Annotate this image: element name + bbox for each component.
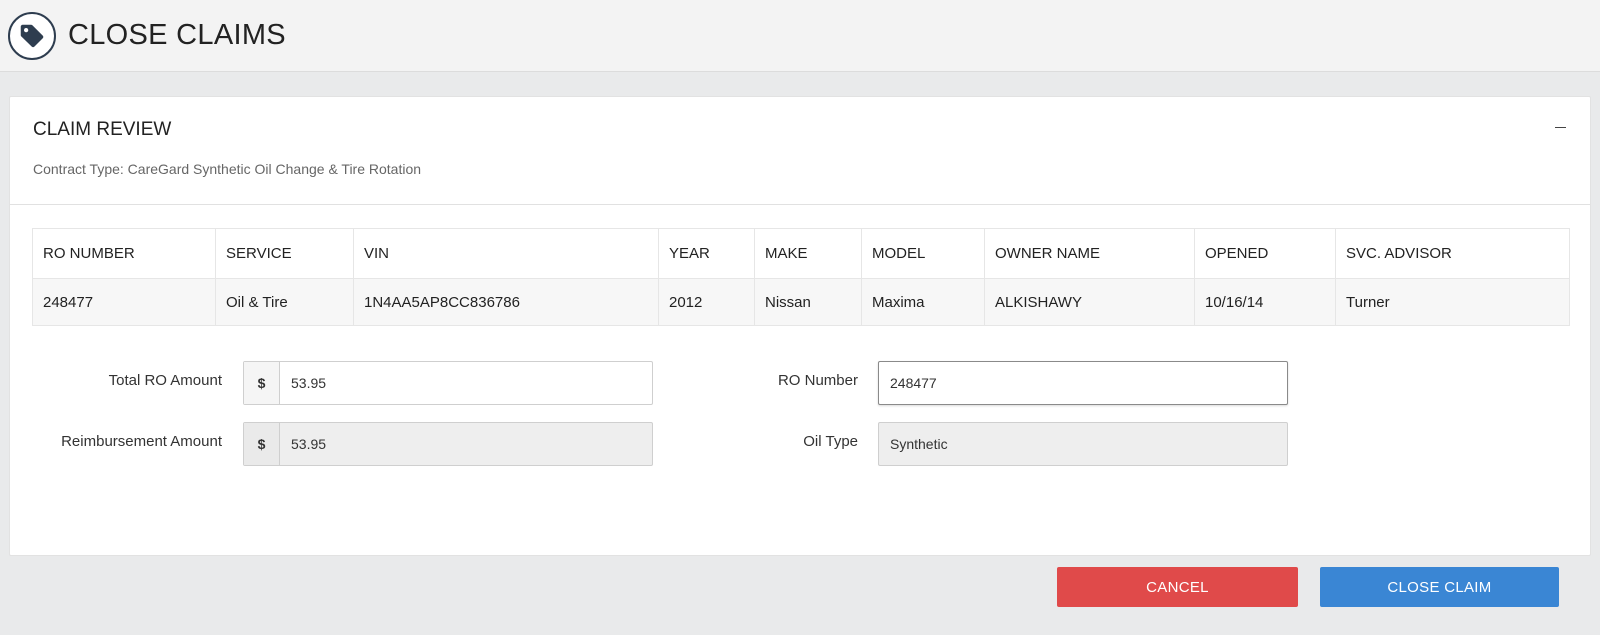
table-cell: 2012 <box>658 278 755 326</box>
table-cell: ALKISHAWY <box>984 278 1195 326</box>
reimbursement-amount-input <box>280 423 652 465</box>
minus-icon[interactable] <box>1550 117 1570 137</box>
currency-addon: $ <box>244 362 280 404</box>
claims-table: RO NUMBER SERVICE VIN YEAR MAKE MODEL OW… <box>32 228 1570 326</box>
ro-number-input[interactable] <box>879 362 1287 404</box>
table-cell: Maxima <box>861 278 985 326</box>
reimbursement-amount-group: $ <box>243 422 653 466</box>
column-header: OWNER NAME <box>984 228 1195 279</box>
total-ro-amount-input[interactable] <box>280 362 652 404</box>
cancel-button[interactable]: CANCEL <box>1057 567 1298 607</box>
column-header: YEAR <box>658 228 755 279</box>
column-header: MODEL <box>861 228 985 279</box>
table-cell: 248477 <box>32 278 216 326</box>
table-header-row: RO NUMBER SERVICE VIN YEAR MAKE MODEL OW… <box>32 228 1570 279</box>
claim-review-panel: CLAIM REVIEW Contract Type: CareGard Syn… <box>9 96 1591 556</box>
panel-title: CLAIM REVIEW <box>33 119 172 140</box>
ro-number-group <box>878 361 1288 405</box>
page-header: CLOSE CLAIMS <box>0 0 1600 72</box>
page-title: CLOSE CLAIMS <box>68 19 286 51</box>
tag-icon <box>8 11 56 60</box>
table-cell: Oil & Tire <box>215 278 354 326</box>
table-row[interactable]: 248477 Oil & Tire 1N4AA5AP8CC836786 2012… <box>32 278 1570 326</box>
column-header: OPENED <box>1194 228 1336 279</box>
reimbursement-amount-label: Reimbursement Amount <box>61 433 222 450</box>
oil-type-input <box>879 423 1287 465</box>
column-header: SVC. ADVISOR <box>1335 228 1570 279</box>
table-cell: Nissan <box>754 278 862 326</box>
oil-type-group <box>878 422 1288 466</box>
close-claim-button[interactable]: CLOSE CLAIM <box>1320 567 1559 607</box>
oil-type-label: Oil Type <box>803 433 858 450</box>
table-cell: 1N4AA5AP8CC836786 <box>353 278 659 326</box>
total-ro-amount-group: $ <box>243 361 653 405</box>
panel-header: CLAIM REVIEW Contract Type: CareGard Syn… <box>10 97 1590 205</box>
currency-addon: $ <box>244 423 280 465</box>
contract-type-text: Contract Type: CareGard Synthetic Oil Ch… <box>33 161 422 177</box>
column-header: SERVICE <box>215 228 354 279</box>
column-header: MAKE <box>754 228 862 279</box>
column-header: VIN <box>353 228 659 279</box>
column-header: RO NUMBER <box>32 228 216 279</box>
total-ro-amount-label: Total RO Amount <box>108 372 222 389</box>
ro-number-label: RO Number <box>777 372 858 389</box>
table-cell: 10/16/14 <box>1194 278 1336 326</box>
table-cell: Turner <box>1335 278 1570 326</box>
